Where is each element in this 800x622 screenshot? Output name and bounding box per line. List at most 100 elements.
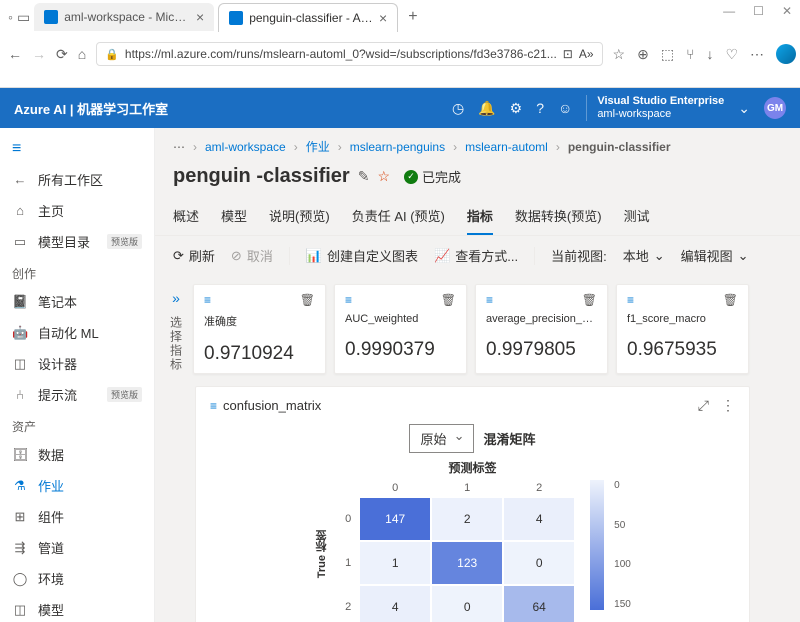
- sidebar-pipelines[interactable]: ⇶管道: [0, 532, 154, 563]
- favorite-icon[interactable]: ☆: [613, 46, 626, 63]
- new-tab-button[interactable]: +: [402, 8, 423, 26]
- heatmap-cell: 4: [504, 498, 574, 540]
- sidebar-environments[interactable]: ◯环境: [0, 563, 154, 594]
- metric-value: 0.9710924: [204, 343, 315, 365]
- delete-card-icon[interactable]: 🗑: [723, 293, 738, 307]
- drag-handle-icon[interactable]: ≡: [486, 293, 491, 307]
- card-menu-icon[interactable]: ⋮: [721, 397, 735, 414]
- metric-card: ≡🗑f1_score_macro0.9675935: [616, 284, 749, 374]
- heatmap-cell: 0: [504, 542, 574, 584]
- breadcrumb-jobs[interactable]: 作业: [306, 138, 330, 155]
- heatmap-row-header: 0: [338, 513, 358, 525]
- metric-card: ≡🗑average_precision_score0.9979805: [475, 284, 608, 374]
- address-bar[interactable]: 🔒 https://ml.azure.com/runs/mslearn-auto…: [96, 42, 602, 66]
- tab-overview[interactable]: 概述: [173, 198, 199, 235]
- expand-card-icon[interactable]: ⤢: [698, 397, 709, 414]
- help-icon[interactable]: ?: [536, 100, 544, 116]
- favorite-star-icon[interactable]: ☆: [377, 168, 390, 185]
- sidebar-home[interactable]: ⌂主页: [0, 195, 154, 226]
- view-mode-button[interactable]: 📈查看方式...: [434, 246, 518, 265]
- confusion-title: confusion_matrix: [223, 398, 321, 413]
- url-text: https://ml.azure.com/runs/mslearn-automl…: [125, 47, 557, 61]
- current-view-dropdown[interactable]: 本地⌄: [623, 246, 665, 265]
- drag-handle-icon[interactable]: ≡: [204, 293, 209, 307]
- data-icon: 🗄: [12, 447, 28, 463]
- metrics-selector-panel[interactable]: » 选择指标: [167, 284, 185, 374]
- catalog-icon: ▭: [12, 234, 28, 250]
- heatmap-col-header: 1: [432, 482, 502, 494]
- breadcrumb-current: penguin-classifier: [568, 140, 671, 154]
- collections-icon[interactable]: ⊕: [637, 46, 649, 63]
- browser-chrome: — ☐ ✕ ◦ ▭ aml-workspace - Microsoft Azu …: [0, 0, 800, 88]
- reader-icon[interactable]: ⊡: [563, 47, 573, 61]
- tab-metrics[interactable]: 指标: [467, 198, 493, 235]
- home-button[interactable]: ⌂: [78, 46, 86, 62]
- delete-card-icon[interactable]: 🗑: [582, 293, 597, 307]
- delete-card-icon[interactable]: 🗑: [300, 293, 315, 307]
- chevron-down-icon[interactable]: ⌄: [738, 100, 750, 117]
- chart-icon: 📊: [306, 248, 322, 264]
- tab-overview-icon[interactable]: ▭: [17, 9, 30, 26]
- profile-icon[interactable]: ◦: [8, 9, 13, 25]
- tab-test[interactable]: 测试: [624, 198, 650, 235]
- colorbar-ticks: 050100150: [614, 480, 631, 610]
- tab-explain[interactable]: 说明(预览): [269, 198, 330, 235]
- bing-icon[interactable]: [776, 44, 796, 64]
- edit-title-icon[interactable]: ✎: [358, 168, 370, 185]
- metric-cards-row: ≡🗑准确度0.9710924≡🗑AUC_weighted0.9990379≡🗑a…: [193, 284, 749, 374]
- sidebar-automl[interactable]: 🤖自动化 ML: [0, 317, 154, 348]
- refresh-button[interactable]: ⟳刷新: [173, 246, 215, 265]
- sidebar-designer[interactable]: ◫设计器: [0, 348, 154, 379]
- back-button[interactable]: ←: [8, 46, 22, 62]
- heatmap-cell: 147: [360, 498, 430, 540]
- close-tab-icon[interactable]: ×: [196, 9, 204, 25]
- browser-tab-1[interactable]: aml-workspace - Microsoft Azu ×: [34, 3, 214, 31]
- delete-card-icon[interactable]: 🗑: [441, 293, 456, 307]
- clock-icon[interactable]: ◷: [452, 100, 464, 117]
- performance-icon[interactable]: ⑂: [686, 46, 694, 62]
- sidebar-promptflow[interactable]: ⑃提示流预览版: [0, 379, 154, 410]
- create-chart-button[interactable]: 📊创建自定义图表: [306, 246, 418, 265]
- breadcrumb-run[interactable]: mslearn-automl: [465, 140, 548, 154]
- breadcrumb-experiment[interactable]: mslearn-penguins: [350, 140, 445, 154]
- heatmap-row-header: 2: [338, 601, 358, 613]
- sidebar-notebooks[interactable]: 📓笔记本: [0, 286, 154, 317]
- sidebar-data[interactable]: 🗄数据: [0, 439, 154, 470]
- sidebar-components[interactable]: ⊞组件: [0, 501, 154, 532]
- extensions-icon[interactable]: ⬚: [661, 46, 674, 63]
- tab-transform[interactable]: 数据转换(预览): [515, 198, 602, 235]
- close-window-icon[interactable]: ✕: [782, 4, 792, 18]
- refresh-button[interactable]: ⟳: [56, 46, 68, 63]
- tab-rai[interactable]: 负责任 AI (预览): [352, 198, 445, 235]
- breadcrumb-ellipsis[interactable]: ⋯: [173, 140, 185, 154]
- sidebar-model-catalog[interactable]: ▭模型目录预览版: [0, 226, 154, 257]
- maximize-icon[interactable]: ☐: [753, 4, 764, 18]
- edit-view-dropdown[interactable]: 编辑视图⌄: [681, 246, 749, 265]
- text-size-icon[interactable]: A»: [579, 47, 594, 61]
- sidebar-toggle[interactable]: ≡: [0, 134, 154, 164]
- tab-model[interactable]: 模型: [221, 198, 247, 235]
- heatmap-row-header: 1: [338, 557, 358, 569]
- drag-handle-icon[interactable]: ≡: [345, 293, 350, 307]
- confusion-format-select[interactable]: 原始: [409, 424, 473, 453]
- settings-icon[interactable]: ⚙: [510, 100, 523, 117]
- metric-value: 0.9675935: [627, 339, 738, 361]
- sidebar-jobs[interactable]: ⚗作业: [0, 470, 154, 501]
- downloads-icon[interactable]: ↓: [706, 46, 713, 62]
- user-avatar[interactable]: GM: [764, 97, 786, 119]
- drag-handle-icon[interactable]: ≡: [210, 399, 215, 413]
- sidebar-back[interactable]: ←所有工作区: [0, 164, 154, 195]
- breadcrumb-workspace[interactable]: aml-workspace: [205, 140, 286, 154]
- feedback-icon[interactable]: ☺: [558, 100, 572, 116]
- home-icon: ⌂: [12, 203, 28, 218]
- close-tab-icon[interactable]: ×: [379, 10, 387, 26]
- wallet-icon[interactable]: ♡: [725, 46, 738, 63]
- drag-handle-icon[interactable]: ≡: [627, 293, 632, 307]
- notifications-icon[interactable]: 🔔: [478, 100, 495, 117]
- browser-tab-2[interactable]: penguin-classifier - Azure AI | M ×: [218, 3, 398, 32]
- forward-button[interactable]: →: [32, 46, 46, 62]
- minimize-icon[interactable]: —: [723, 4, 735, 18]
- sidebar-models[interactable]: ◫模型: [0, 594, 154, 622]
- more-icon[interactable]: ⋯: [750, 46, 764, 63]
- subscription-switcher[interactable]: Visual Studio Enterprise aml-workspace: [586, 95, 724, 121]
